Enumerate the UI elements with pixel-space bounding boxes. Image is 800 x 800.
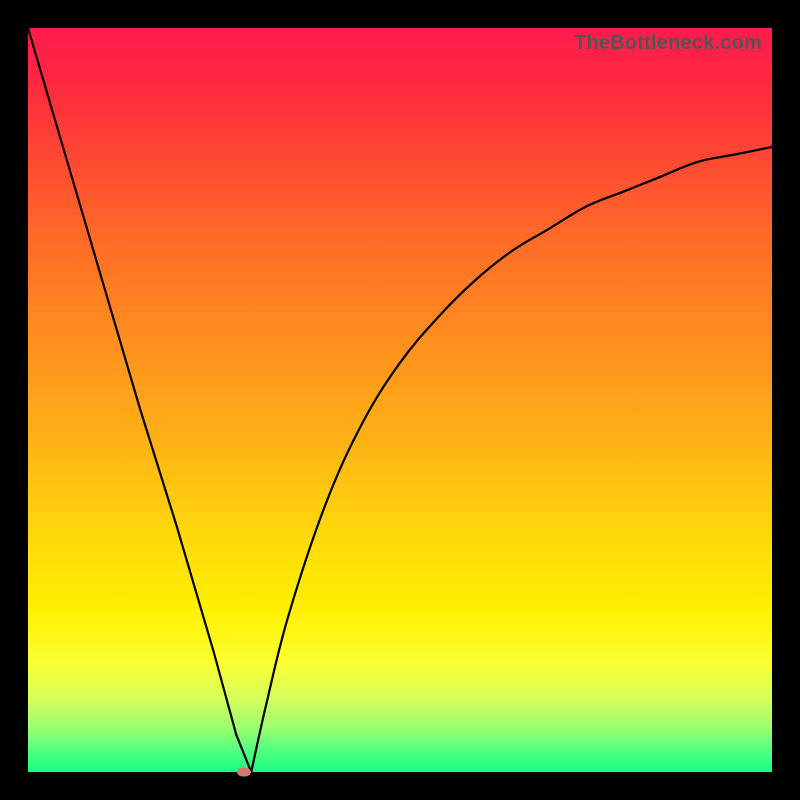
chart-frame: TheBottleneck.com: [0, 0, 800, 800]
bottleneck-curve: [28, 28, 772, 772]
curve-path: [28, 28, 772, 772]
optimal-point-marker: [237, 768, 251, 777]
plot-area: TheBottleneck.com: [28, 28, 772, 772]
